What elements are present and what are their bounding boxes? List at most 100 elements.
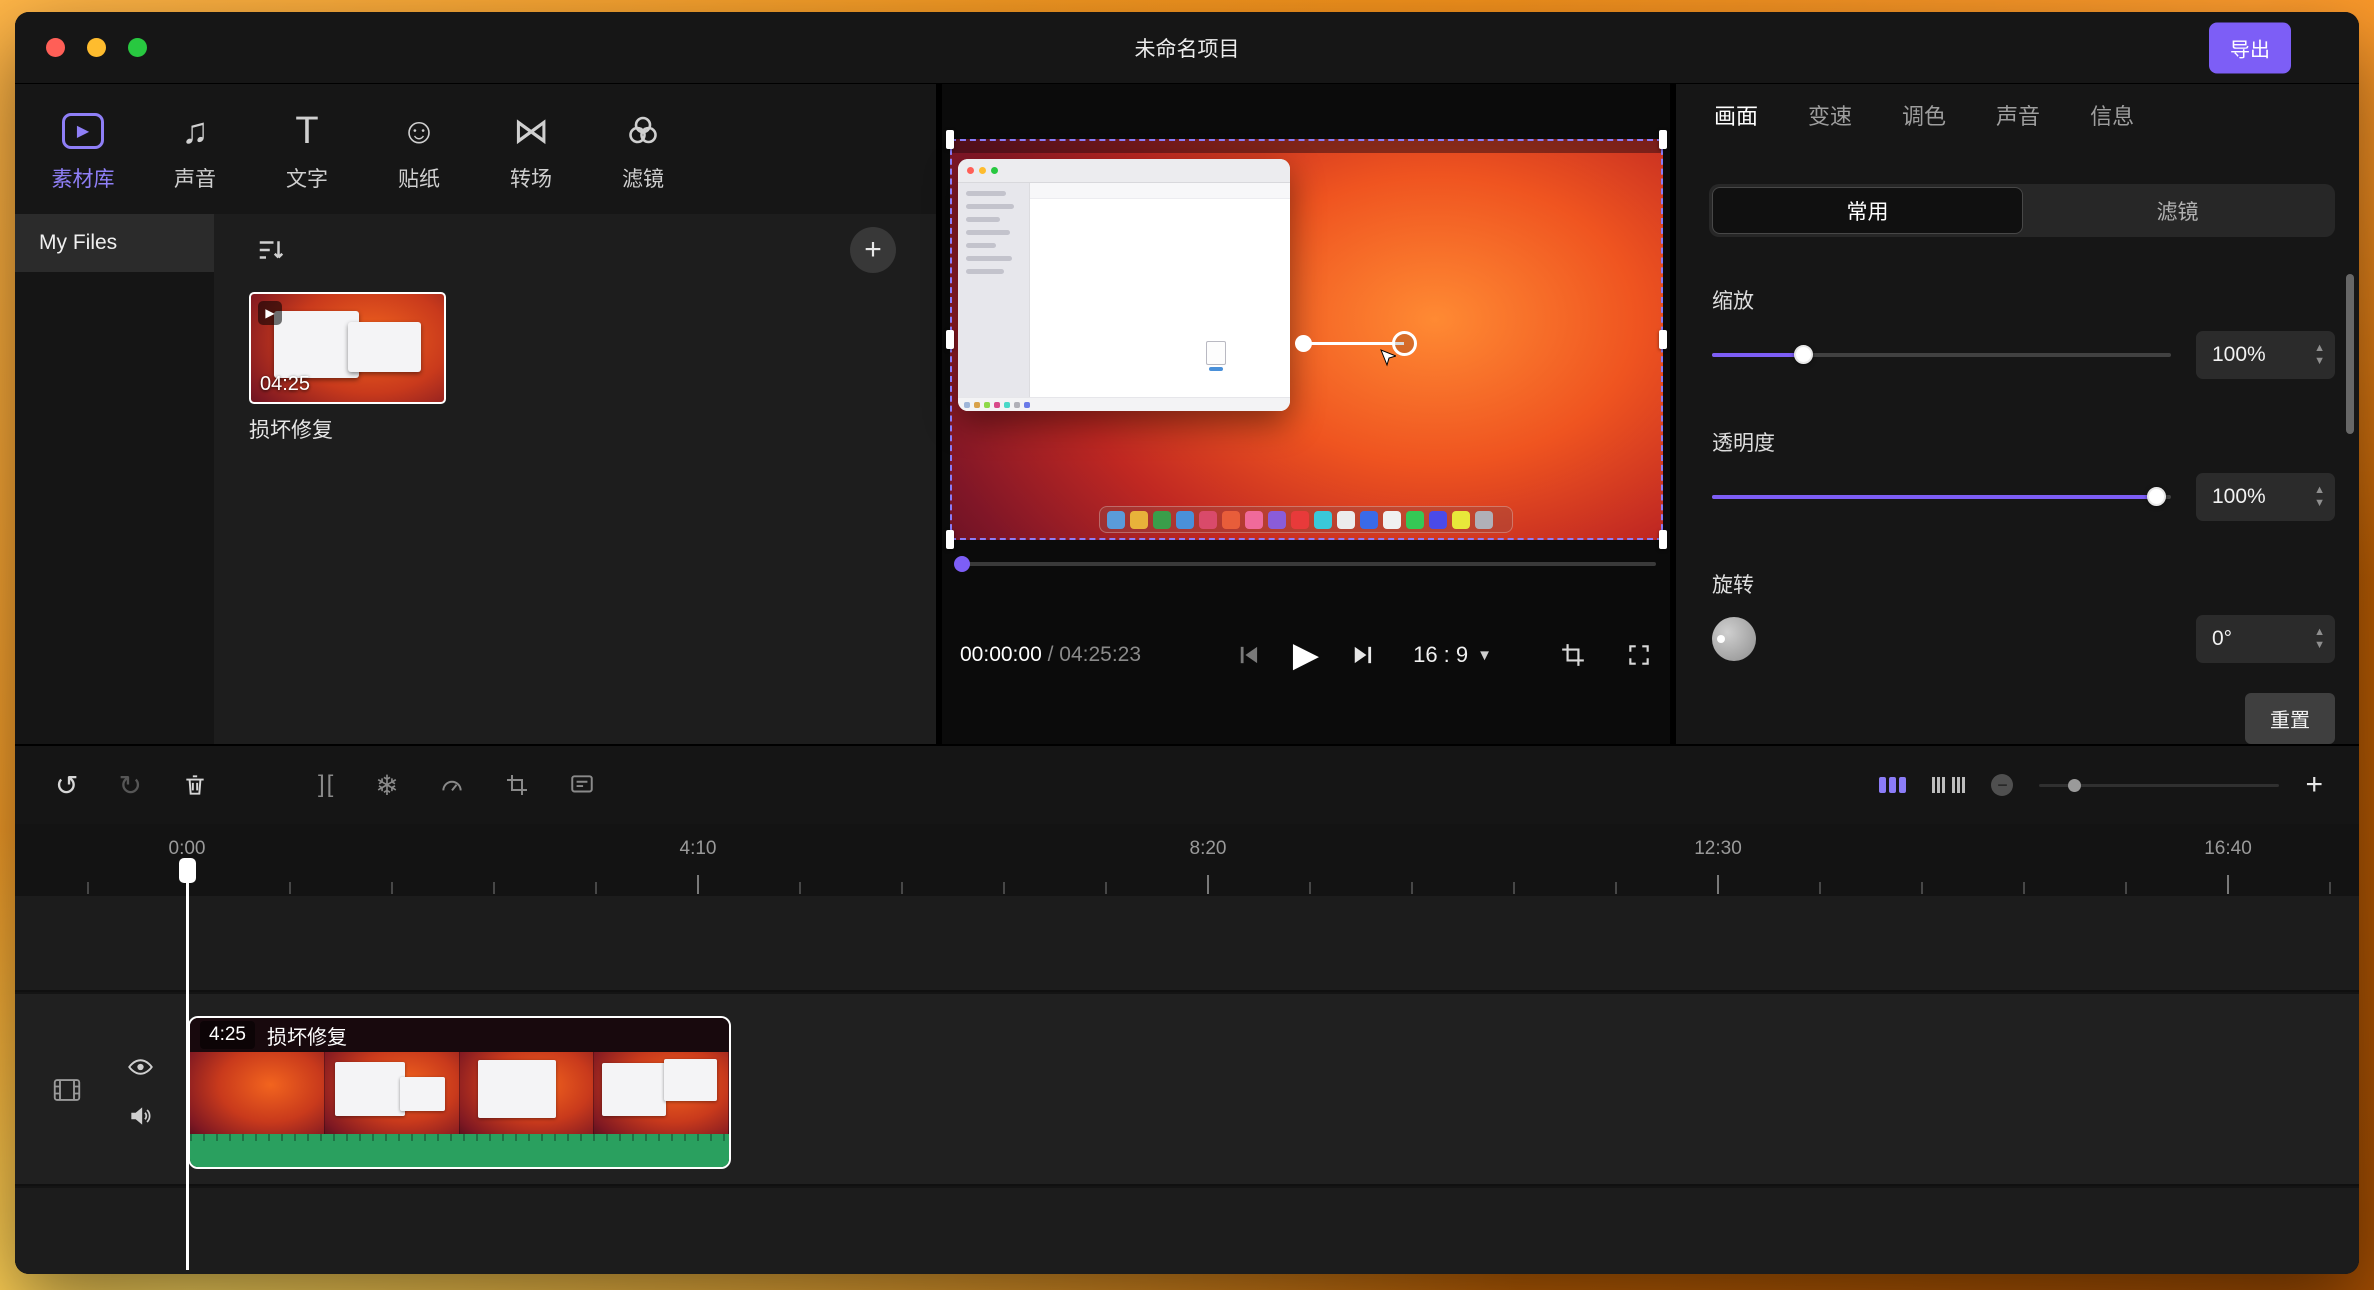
segment-common[interactable]: 常用 (1712, 187, 2023, 234)
track-mute-speaker-icon[interactable] (127, 1104, 153, 1128)
finder-content (1030, 183, 1290, 397)
tab-color[interactable]: 调色 (1902, 99, 1946, 131)
transport-bar: 00:00:00 / 04:25:23 ▶ 16 : 9▼ (942, 566, 1670, 744)
resize-handle-mid-right[interactable] (1659, 330, 1667, 349)
resize-handle-bottom-left[interactable] (946, 530, 954, 549)
undo-icon[interactable]: ↺ (55, 769, 78, 802)
timeline-tracks: 4:25 损坏修复 (15, 896, 2359, 1274)
resize-handle-mid-left[interactable] (946, 330, 954, 349)
freeze-frame-icon[interactable]: ❄ (375, 769, 398, 802)
video-canvas[interactable] (950, 139, 1663, 540)
media-library-icon: ▶ (62, 108, 104, 154)
reset-button[interactable]: 重置 (2245, 693, 2335, 744)
video-finder-window (958, 159, 1290, 411)
inspector-scrollbar[interactable] (2346, 274, 2354, 434)
export-button[interactable]: 导出 (2209, 22, 2291, 73)
segment-filter[interactable]: 滤镜 (2023, 187, 2332, 234)
play-badge-icon: ▶ (258, 301, 282, 325)
transform-handle-line (1303, 342, 1404, 345)
tab-picture[interactable]: 画面 (1714, 99, 1758, 131)
clip-frame (594, 1052, 729, 1134)
media-duration: 04:25 (260, 373, 310, 396)
play-button[interactable]: ▶ (1293, 635, 1319, 675)
scale-slider[interactable] (1712, 353, 2171, 357)
thumbnail-window-shape (348, 322, 421, 372)
clip-audio-waveform (190, 1134, 729, 1167)
ruler-label: 4:10 (680, 838, 717, 860)
crop-clip-icon[interactable] (505, 773, 529, 797)
split-clip-icon[interactable]: ][ (318, 771, 335, 799)
tab-stickers[interactable]: ☺ 贴纸 (387, 108, 451, 193)
scale-value-field[interactable]: 100% ▲▼ (2196, 331, 2335, 379)
track-row-empty[interactable] (15, 1188, 2359, 1274)
track-visibility-eye-icon[interactable] (127, 1056, 154, 1078)
crop-canvas-icon[interactable] (1560, 642, 1586, 668)
filter-circles-icon (623, 108, 663, 154)
tab-media-library[interactable]: ▶ 素材库 (51, 108, 115, 193)
redo-icon[interactable]: ↻ (118, 769, 141, 802)
timeline-section: ↺ ↻ ][ ❄ (15, 744, 2359, 1274)
track-detail-view-icon[interactable] (1932, 777, 1965, 793)
tab-text[interactable]: T 文字 (275, 108, 339, 193)
thumbnail-view-icon[interactable] (1879, 777, 1906, 793)
timeline-zoom-slider[interactable] (2039, 784, 2279, 787)
sort-icon[interactable] (256, 235, 286, 265)
timeline-ruler[interactable]: 0:00 4:10 8:20 12:30 16:40 (15, 824, 2359, 896)
scale-stepper[interactable]: ▲▼ (2314, 343, 2325, 367)
resize-handle-bottom-right[interactable] (1659, 530, 1667, 549)
file-icon (1206, 341, 1226, 365)
tab-transitions[interactable]: ⋈ 转场 (499, 108, 563, 193)
fullscreen-icon[interactable] (1626, 642, 1652, 668)
traffic-lights (15, 38, 147, 57)
opacity-label: 透明度 (1712, 427, 2323, 457)
app-window: 未命名项目 导出 ▶ 素材库 ♫ 声音 T 文字 ☺ 贴纸 (15, 12, 2359, 1274)
timeline-zoom-out-icon[interactable]: − (1991, 774, 2013, 796)
timeline-clip[interactable]: 4:25 损坏修复 (188, 1016, 731, 1169)
timeline-zoom-thumb[interactable] (2068, 779, 2081, 792)
sidebar-item-my-files[interactable]: My Files (15, 214, 214, 272)
inspector-tab-bar: 画面 变速 调色 声音 信息 (1676, 84, 2359, 146)
aspect-ratio-select[interactable]: 16 : 9▼ (1413, 642, 1492, 668)
resize-handle-top-right[interactable] (1659, 130, 1667, 149)
transform-handle-dot[interactable] (1295, 335, 1312, 352)
clip-duration: 4:25 (200, 1021, 255, 1049)
opacity-stepper[interactable]: ▲▼ (2314, 485, 2325, 509)
delete-icon[interactable] (182, 771, 208, 799)
rotation-knob[interactable] (1712, 617, 1756, 661)
video-menubar (950, 139, 1663, 153)
import-media-button[interactable]: + (850, 227, 896, 273)
library-tab-bar: ▶ 素材库 ♫ 声音 T 文字 ☺ 贴纸 ⋈ 转场 (15, 84, 936, 214)
next-frame-button[interactable] (1349, 641, 1377, 669)
track-row-empty[interactable] (15, 896, 2359, 992)
tab-speed[interactable]: 变速 (1808, 99, 1852, 131)
tab-info[interactable]: 信息 (2090, 99, 2134, 131)
scale-slider-thumb[interactable] (1794, 345, 1813, 364)
speed-gauge-icon[interactable] (439, 772, 465, 798)
preview-panel: 00:00:00 / 04:25:23 ▶ 16 : 9▼ (936, 84, 1676, 744)
mouse-cursor (1380, 349, 1396, 367)
zoom-window-button[interactable] (128, 38, 147, 57)
close-window-button[interactable] (46, 38, 65, 57)
media-title: 损坏修复 (249, 414, 450, 444)
thumbnail-window-shape (274, 311, 359, 378)
note-icon[interactable] (569, 772, 595, 798)
previous-frame-button[interactable] (1235, 641, 1263, 669)
rotation-stepper[interactable]: ▲▼ (2314, 627, 2325, 651)
tab-filters[interactable]: 滤镜 (611, 108, 675, 193)
finder-sidebar (958, 183, 1030, 397)
timeline-toolbar: ↺ ↻ ][ ❄ (15, 746, 2359, 824)
ruler-label: 12:30 (1694, 838, 1742, 860)
opacity-slider[interactable] (1712, 495, 2171, 499)
timeline-zoom-in-icon[interactable]: + (2305, 768, 2323, 802)
media-card[interactable]: ▶ 04:25 损坏修复 (249, 292, 450, 444)
music-note-icon: ♫ (182, 108, 209, 154)
clip-title: 损坏修复 (267, 1021, 347, 1050)
opacity-value-field[interactable]: 100% ▲▼ (2196, 473, 2335, 521)
opacity-slider-thumb[interactable] (2147, 487, 2166, 506)
tab-audio[interactable]: ♫ 声音 (163, 108, 227, 193)
rotation-value-field[interactable]: 0° ▲▼ (2196, 615, 2335, 663)
minimize-window-button[interactable] (87, 38, 106, 57)
resize-handle-top-left[interactable] (946, 130, 954, 149)
tab-sound[interactable]: 声音 (1996, 99, 2040, 131)
ruler-label: 0:00 (169, 838, 206, 860)
